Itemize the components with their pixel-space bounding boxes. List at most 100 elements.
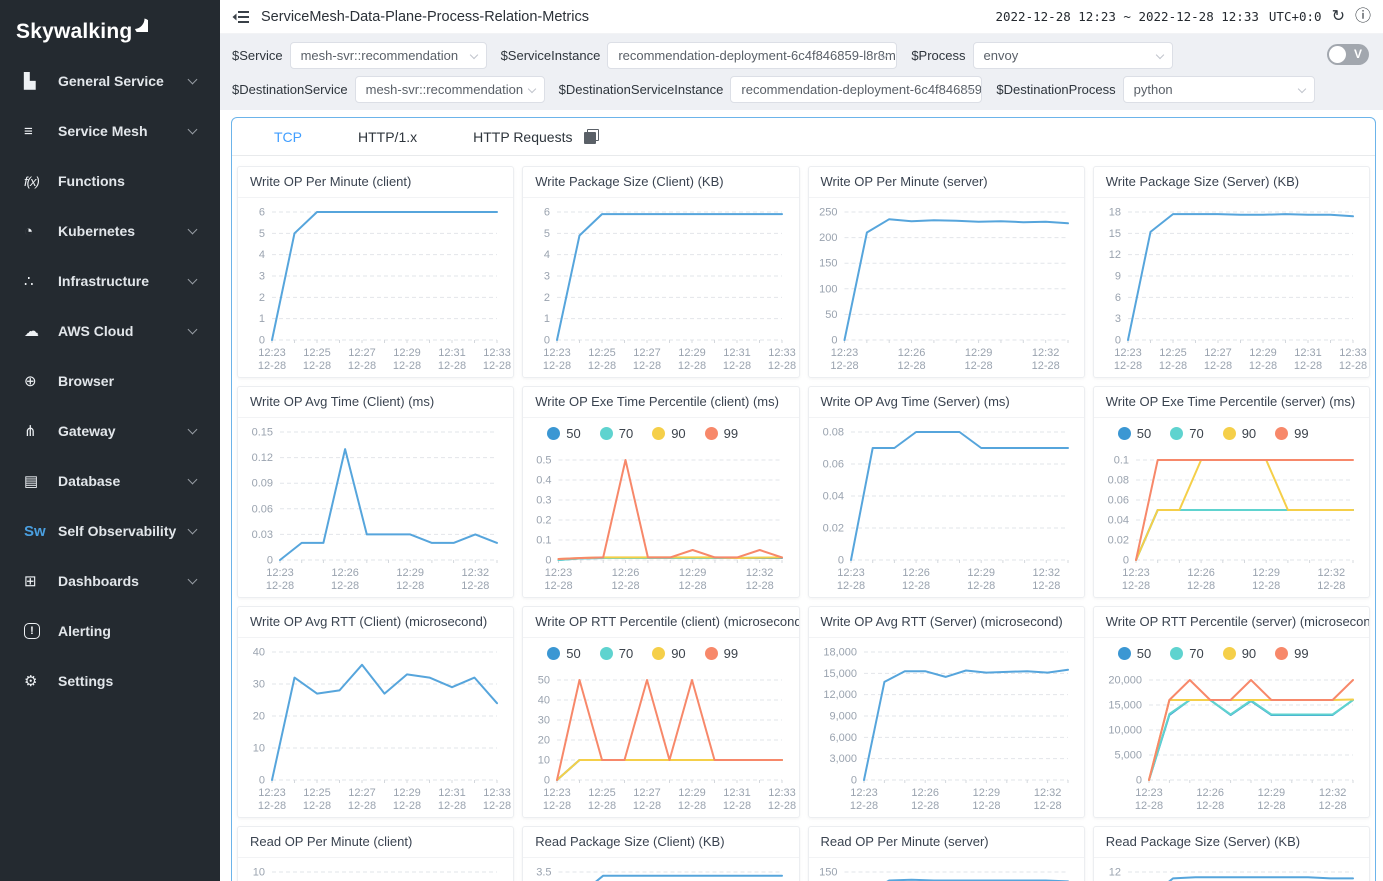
chevron-down-icon (188, 125, 198, 135)
svg-text:12:26: 12:26 (612, 567, 640, 579)
chart-title: Write OP Avg Time (Server) (ms) (809, 387, 1084, 418)
svg-text:12:33: 12:33 (483, 347, 511, 359)
legend-item-90[interactable]: 90 (652, 426, 685, 441)
sidebar-nav: ▙ General Service ≡ Service Mesh f(x) Fu… (0, 56, 220, 706)
collapse-sidebar-icon[interactable] (232, 10, 249, 24)
chart-canvas: 3.512:2312-2812:2512-2812:2712-2812:2912… (523, 858, 798, 881)
legend-item-70[interactable]: 70 (600, 426, 633, 441)
svg-text:12-28: 12-28 (633, 360, 661, 372)
legend-item-50[interactable]: 50 (547, 426, 580, 441)
chart-body: 15012:2312-2812:2612-2812:2912-2812:3212… (809, 858, 1084, 881)
sidebar-item-alerting[interactable]: ! Alerting (0, 606, 220, 656)
legend-item-70[interactable]: 70 (600, 646, 633, 661)
legend-dot-icon (1223, 427, 1236, 440)
svg-text:12:27: 12:27 (348, 787, 376, 799)
svg-text:2: 2 (544, 292, 550, 304)
chart-body: 0102030405012:2312-2812:2512-2812:2712-2… (523, 638, 798, 818)
chart-panel: Write OP RTT Percentile (server) (micros… (1093, 606, 1370, 818)
legend-item-90[interactable]: 90 (1223, 426, 1256, 441)
svg-text:12-28: 12-28 (746, 580, 774, 592)
svg-text:50: 50 (538, 675, 550, 687)
browser-icon: ⊕ (24, 372, 50, 390)
sidebar-item-gateway[interactable]: ⋔ Gateway (0, 406, 220, 456)
legend-dot-icon (1118, 647, 1131, 660)
svg-text:12:23: 12:23 (830, 347, 858, 359)
filter-select-service[interactable]: mesh-svr::recommendation (290, 42, 487, 69)
svg-text:12-28: 12-28 (483, 800, 511, 812)
filter-select-destinationprocess[interactable]: python (1123, 76, 1315, 103)
svg-text:12-28: 12-28 (1032, 580, 1060, 592)
sidebar-item-browser[interactable]: ⊕ Browser (0, 356, 220, 406)
chart-title: Write OP RTT Percentile (client) (micros… (523, 607, 798, 638)
infrastructure-icon: ∴ (24, 272, 50, 290)
filter-select-serviceinstance[interactable]: recommendation-deployment-6c4f846859-l8r… (607, 42, 897, 69)
chart-legend: 50 70 90 99 (547, 426, 738, 441)
sidebar-item-functions[interactable]: f(x) Functions (0, 156, 220, 206)
legend-item-50[interactable]: 50 (1118, 646, 1151, 661)
legend-item-99[interactable]: 99 (705, 426, 738, 441)
sidebar-item-database[interactable]: ▤ Database (0, 456, 220, 506)
svg-text:0: 0 (831, 335, 837, 347)
svg-text:12:29: 12:29 (964, 347, 992, 359)
tab-tcp[interactable]: TCP (274, 118, 302, 156)
sidebar-item-infrastructure[interactable]: ∴ Infrastructure (0, 256, 220, 306)
svg-text:12-28: 12-28 (588, 800, 616, 812)
tab-http-requests[interactable]: HTTP Requests (473, 118, 572, 156)
chart-title: Read Package Size (Client) (KB) (523, 827, 798, 858)
filter-select-destinationservice[interactable]: mesh-svr::recommendation (355, 76, 545, 103)
timezone[interactable]: UTC+0:0 (1269, 9, 1322, 24)
filter-select-process[interactable]: envoy (973, 42, 1173, 69)
sidebar-item-kubernetes[interactable]: ◔ Kubernetes (0, 206, 220, 256)
sidebar-item-general-service[interactable]: ▙ General Service (0, 56, 220, 106)
time-range[interactable]: 2022-12-28 12:23 ~ 2022-12-28 12:33 (995, 9, 1258, 24)
legend-item-99[interactable]: 99 (705, 646, 738, 661)
legend-item-99[interactable]: 99 (1275, 426, 1308, 441)
copy-dashboard-icon[interactable] (584, 129, 599, 144)
chart-title: Read OP Per Minute (client) (238, 827, 513, 858)
sidebar-item-service-mesh[interactable]: ≡ Service Mesh (0, 106, 220, 156)
legend-item-90[interactable]: 90 (652, 646, 685, 661)
content-area: TCP HTTP/1.x HTTP Requests Write OP Per … (220, 110, 1383, 881)
svg-text:15,000: 15,000 (1108, 700, 1142, 712)
legend-item-70[interactable]: 70 (1170, 426, 1203, 441)
svg-text:12: 12 (1109, 249, 1121, 261)
dashboards-icon: ⊞ (24, 572, 50, 590)
svg-text:12-28: 12-28 (723, 360, 751, 372)
version-toggle[interactable]: V (1327, 44, 1369, 65)
legend-item-50[interactable]: 50 (547, 646, 580, 661)
sidebar-item-self-observability[interactable]: Sw Self Observability (0, 506, 220, 556)
svg-text:12:23: 12:23 (258, 787, 286, 799)
svg-text:4: 4 (259, 249, 265, 261)
svg-text:12:23: 12:23 (1135, 787, 1163, 799)
svg-text:0.5: 0.5 (536, 455, 551, 467)
legend-dot-icon (1170, 427, 1183, 440)
legend-item-90[interactable]: 90 (1223, 646, 1256, 661)
svg-text:10: 10 (253, 743, 265, 755)
svg-text:12:32: 12:32 (1031, 347, 1059, 359)
svg-text:12-28: 12-28 (768, 360, 796, 372)
chevron-down-icon (527, 85, 535, 93)
legend-item-50[interactable]: 50 (1118, 426, 1151, 441)
filter-select-destinationserviceinstance[interactable]: recommendation-deployment-6c4f846859-l8r… (730, 76, 982, 103)
sidebar-item-settings[interactable]: ⚙ Settings (0, 656, 220, 706)
chart-title: Write OP Avg RTT (Server) (microsecond) (809, 607, 1084, 638)
chart-canvas: 00.10.20.30.40.512:2312-2812:2612-2812:2… (523, 418, 798, 596)
sidebar-item-aws-cloud[interactable]: ☁ AWS Cloud (0, 306, 220, 356)
tab-http-1-x[interactable]: HTTP/1.x (358, 118, 417, 156)
legend-item-70[interactable]: 70 (1170, 646, 1203, 661)
legend-item-99[interactable]: 99 (1275, 646, 1308, 661)
svg-text:0: 0 (544, 335, 550, 347)
svg-text:50: 50 (825, 309, 837, 321)
refresh-icon[interactable]: ↻ (1332, 9, 1345, 25)
svg-text:12,000: 12,000 (823, 689, 857, 701)
svg-text:12-28: 12-28 (633, 800, 661, 812)
svg-text:20: 20 (538, 735, 550, 747)
svg-text:30: 30 (253, 679, 265, 691)
svg-text:12-28: 12-28 (1252, 580, 1280, 592)
svg-text:12:26: 12:26 (897, 347, 925, 359)
svg-text:12-28: 12-28 (588, 360, 616, 372)
svg-text:12-28: 12-28 (836, 580, 864, 592)
sidebar-item-dashboards[interactable]: ⊞ Dashboards (0, 556, 220, 606)
info-icon[interactable]: ⓘ (1355, 9, 1371, 25)
chart-body: 00.030.060.090.120.1512:2312-2812:2612-2… (238, 418, 513, 598)
